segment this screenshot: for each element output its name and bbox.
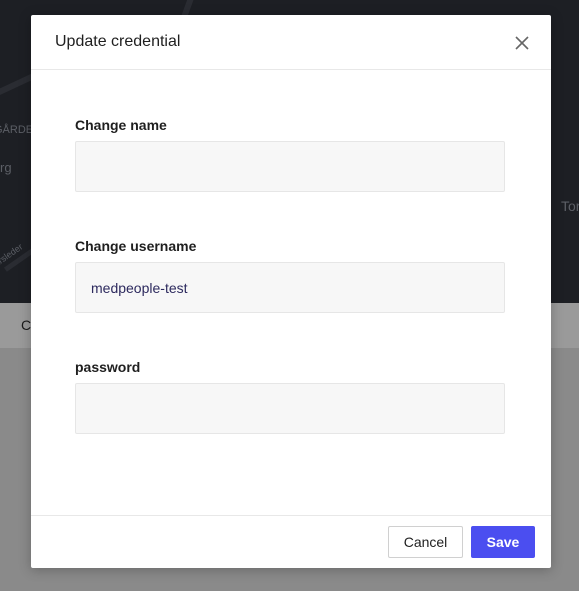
change-username-input[interactable] [75,262,505,313]
map-label: rg [0,160,12,175]
change-name-input[interactable] [75,141,505,192]
password-input[interactable] [75,383,505,434]
update-credential-dialog: Update credential Change name Change use… [31,15,551,568]
change-username-label: Change username [75,238,197,254]
map-label: GÅRDE [0,124,34,136]
password-label: password [75,359,141,375]
dialog-title: Update credential [55,33,181,50]
map-label: Tor [561,198,579,214]
change-name-label: Change name [75,117,167,133]
close-button[interactable] [513,34,531,52]
dialog-footer: Cancel Save [31,515,551,569]
background-tab-label: C [21,317,32,333]
cancel-button[interactable]: Cancel [388,526,463,558]
save-button[interactable]: Save [471,526,535,558]
app-window: GÅRDE rg arsleder Tor C Update credentia… [0,0,579,591]
dialog-header: Update credential [31,15,551,70]
close-icon [515,36,529,50]
